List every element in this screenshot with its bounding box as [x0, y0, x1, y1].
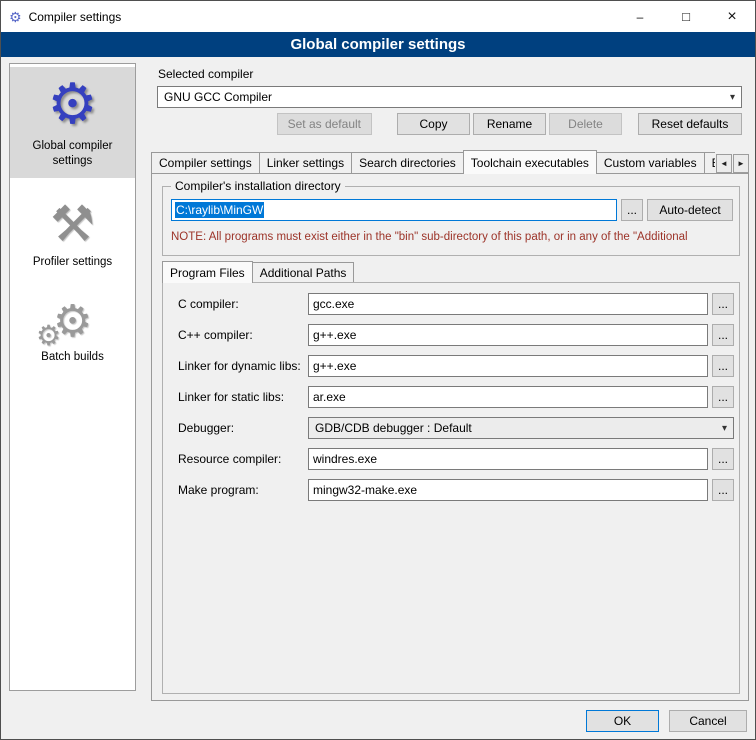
copy-button[interactable]: Copy: [397, 113, 470, 135]
make-program-row: Make program: ...: [163, 479, 739, 501]
installation-directory-groupbox: Compiler's installation directory C:\ray…: [162, 186, 740, 256]
toolchain-executables-panel: Compiler's installation directory C:\ray…: [151, 173, 749, 701]
sidebar-item-batch-builds[interactable]: ⚙⚙ Batch builds: [10, 291, 135, 374]
ok-button[interactable]: OK: [586, 710, 659, 732]
linker-dynamic-browse-button[interactable]: ...: [712, 355, 734, 377]
maximize-button[interactable]: □: [663, 1, 709, 32]
c-compiler-row: C compiler: ...: [163, 293, 739, 315]
tab-toolchain-executables[interactable]: Toolchain executables: [463, 150, 597, 174]
resource-compiler-label: Resource compiler:: [178, 452, 281, 466]
main-tabs: Compiler settings Linker settings Search…: [151, 150, 715, 174]
linker-static-row: Linker for static libs: ...: [163, 386, 739, 408]
browse-directory-button[interactable]: ...: [621, 199, 643, 221]
reset-defaults-button[interactable]: Reset defaults: [638, 113, 742, 135]
cpp-compiler-label: C++ compiler:: [178, 328, 253, 342]
selected-compiler-dropdown[interactable]: GNU GCC Compiler ▾: [157, 86, 742, 108]
tab-additional-paths[interactable]: Additional Paths: [252, 262, 355, 282]
main-tabstrip: Compiler settings Linker settings Search…: [151, 150, 749, 174]
resource-compiler-row: Resource compiler: ...: [163, 448, 739, 470]
close-button[interactable]: ×: [709, 1, 755, 32]
window-title: Compiler settings: [29, 10, 122, 24]
rename-button[interactable]: Rename: [473, 113, 546, 135]
linker-dynamic-input[interactable]: [308, 355, 708, 377]
tab-compiler-settings[interactable]: Compiler settings: [151, 152, 260, 173]
dialog-header-title: Global compiler settings: [1, 32, 755, 57]
compiler-button-row: Set as default Copy Rename Delete Reset …: [157, 113, 742, 135]
hammer-tool-icon: ⚒: [12, 198, 133, 251]
c-compiler-label: C compiler:: [178, 297, 239, 311]
tab-scroll-buttons: ◄ ►: [716, 154, 749, 173]
sidebar-item-label: Profiler settings: [12, 255, 133, 270]
delete-button[interactable]: Delete: [549, 113, 622, 135]
cpp-compiler-browse-button[interactable]: ...: [712, 324, 734, 346]
app-gear-icon: ⚙: [9, 10, 22, 24]
installation-directory-row: C:\raylib\MinGW ... Auto-detect: [171, 199, 733, 221]
chevron-down-icon: ▾: [730, 92, 735, 103]
c-compiler-input[interactable]: [308, 293, 708, 315]
resource-compiler-input[interactable]: [308, 448, 708, 470]
debugger-dropdown[interactable]: GDB/CDB debugger : Default ▾: [308, 417, 734, 439]
tab-linker-settings[interactable]: Linker settings: [259, 152, 352, 173]
window-controls: – □ ×: [617, 1, 755, 32]
linker-dynamic-row: Linker for dynamic libs: ...: [163, 355, 739, 377]
sidebar-item-label: Batch builds: [12, 350, 133, 365]
sidebar-item-profiler-settings[interactable]: ⚒ Profiler settings: [10, 190, 135, 279]
tab-scroll-right-icon[interactable]: ►: [733, 154, 749, 173]
tab-custom-variables[interactable]: Custom variables: [596, 152, 705, 173]
debugger-label: Debugger:: [178, 421, 234, 435]
linker-static-browse-button[interactable]: ...: [712, 386, 734, 408]
installation-directory-input[interactable]: C:\raylib\MinGW: [171, 199, 617, 221]
c-compiler-browse-button[interactable]: ...: [712, 293, 734, 315]
linker-dynamic-label: Linker for dynamic libs:: [178, 359, 301, 373]
program-files-panel: C compiler: ... C++ compiler: ... Linker…: [162, 282, 740, 694]
auto-detect-button[interactable]: Auto-detect: [647, 199, 733, 221]
make-program-input[interactable]: [308, 479, 708, 501]
small-gear-icon: ⚙: [36, 321, 61, 350]
cancel-button[interactable]: Cancel: [669, 710, 747, 732]
bin-subdirectory-note: NOTE: All programs must exist either in …: [171, 231, 737, 243]
tab-scroll-left-icon[interactable]: ◄: [716, 154, 732, 173]
program-files-tabstrip: Program Files Additional Paths: [162, 261, 354, 283]
make-program-label: Make program:: [178, 483, 259, 497]
cpp-compiler-input[interactable]: [308, 324, 708, 346]
selected-path-text: C:\raylib\MinGW: [175, 202, 264, 218]
selected-compiler-value: GNU GCC Compiler: [164, 90, 272, 104]
tab-build[interactable]: Build: [704, 152, 715, 173]
sidebar-item-global-compiler-settings[interactable]: ⚙ Global compiler settings: [10, 67, 135, 178]
resource-compiler-browse-button[interactable]: ...: [712, 448, 734, 470]
set-as-default-button[interactable]: Set as default: [277, 113, 372, 135]
make-program-browse-button[interactable]: ...: [712, 479, 734, 501]
gray-gears-icon: ⚙⚙: [12, 299, 133, 345]
titlebar: ⚙ Compiler settings – □ ×: [1, 1, 755, 32]
sidebar-item-label: Global compiler settings: [12, 139, 133, 169]
installation-directory-label: Compiler's installation directory: [171, 179, 345, 193]
tab-search-directories[interactable]: Search directories: [351, 152, 464, 173]
minimize-button[interactable]: –: [617, 1, 663, 32]
debugger-row: Debugger: GDB/CDB debugger : Default ▾: [163, 417, 739, 439]
settings-sidebar: ⚙ Global compiler settings ⚒ Profiler se…: [9, 63, 136, 691]
chevron-down-icon: ▾: [722, 423, 727, 434]
cpp-compiler-row: C++ compiler: ...: [163, 324, 739, 346]
linker-static-input[interactable]: [308, 386, 708, 408]
tab-program-files[interactable]: Program Files: [162, 261, 253, 283]
selected-compiler-label: Selected compiler: [158, 67, 253, 81]
linker-static-label: Linker for static libs:: [178, 390, 284, 404]
debugger-value: GDB/CDB debugger : Default: [315, 421, 472, 435]
blue-gear-icon: ⚙: [12, 75, 133, 134]
compiler-settings-window: ⚙ Compiler settings – □ × Global compile…: [0, 0, 756, 740]
